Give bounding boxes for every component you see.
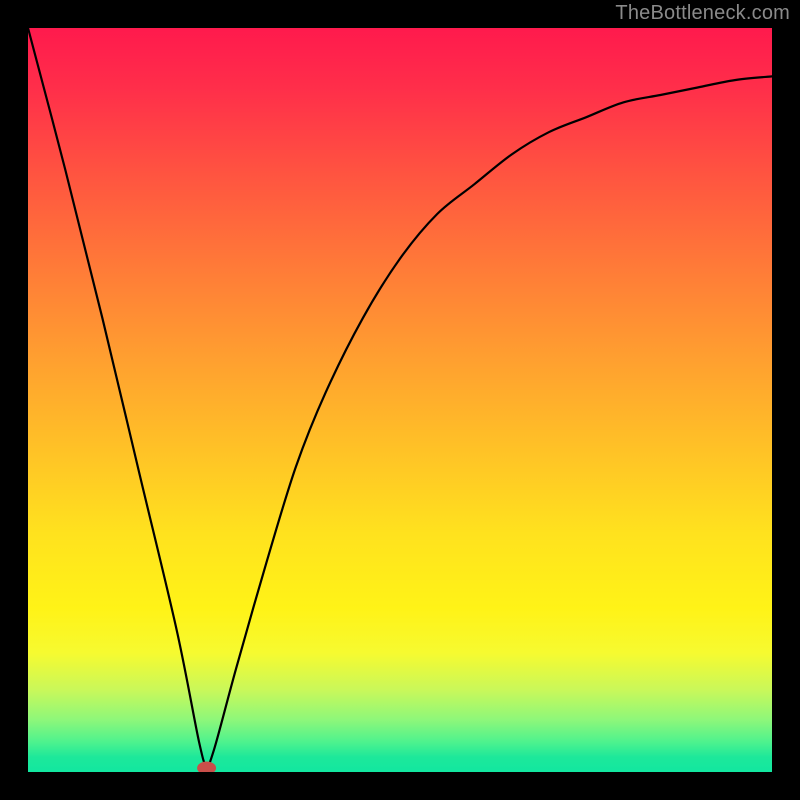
plot-area xyxy=(28,28,772,772)
bottleneck-curve xyxy=(28,28,772,765)
watermark-text: TheBottleneck.com xyxy=(615,2,790,25)
minimum-marker xyxy=(198,762,216,772)
chart-frame: TheBottleneck.com xyxy=(0,0,800,800)
curve-layer xyxy=(28,28,772,772)
